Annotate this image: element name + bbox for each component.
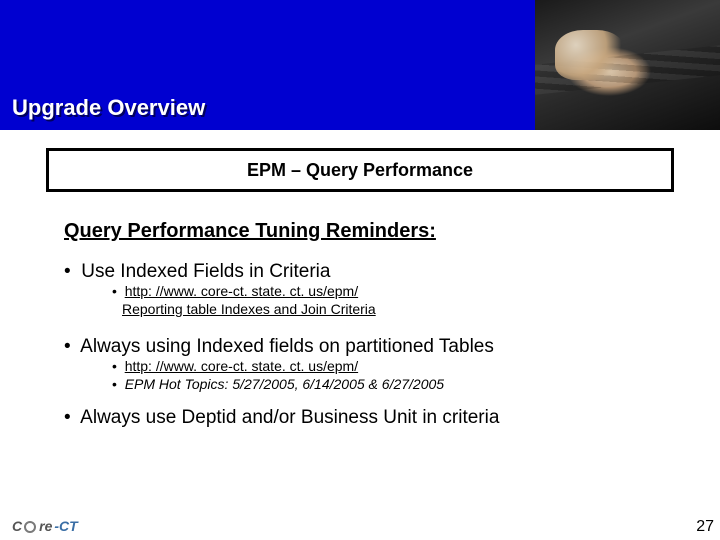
sub-bullet-item: http: //www. core-ct. state. ct. us/epm/… — [112, 283, 674, 318]
footer-logo-suffix: -CT — [54, 518, 77, 534]
footer-logo-mid: re — [39, 518, 52, 534]
header-photo — [535, 0, 720, 130]
footer-logo-ring-icon — [24, 521, 36, 533]
sub-bullet-item: http: //www. core-ct. state. ct. us/epm/ — [112, 358, 674, 376]
footer-logo-prefix: C — [12, 518, 22, 534]
content-panel: Query Performance Tuning Reminders: Use … — [46, 194, 674, 500]
content-subheading: Query Performance Tuning Reminders: — [64, 220, 656, 243]
bullet-item: Use Indexed Fields in Criteria http: //w… — [64, 261, 674, 318]
sub-bullet-continuation: Reporting table Indexes and Join Criteri… — [122, 301, 674, 319]
bullet-item: Always using Indexed fields on partition… — [64, 336, 674, 393]
sub-bullet-list: http: //www. core-ct. state. ct. us/epm/… — [112, 358, 674, 393]
sub-bullet-item: EPM Hot Topics: 5/27/2005, 6/14/2005 & 6… — [112, 376, 674, 394]
page-number: 27 — [696, 518, 714, 536]
section-bar: EPM – Query Performance — [46, 148, 674, 192]
section-bar-label: EPM – Query Performance — [247, 160, 473, 181]
footer-logo: Cre-CT — [12, 518, 78, 534]
sub-bullet-list: http: //www. core-ct. state. ct. us/epm/… — [112, 283, 674, 318]
sub-bullet-text: EPM Hot Topics: 5/27/2005, 6/14/2005 & 6… — [125, 376, 444, 392]
sub-bullet-link[interactable]: http: //www. core-ct. state. ct. us/epm/ — [125, 358, 358, 374]
bullet-list: Use Indexed Fields in Criteria http: //w… — [64, 261, 674, 429]
bullet-text: Always use Deptid and/or Business Unit i… — [80, 407, 499, 428]
slide-title: Upgrade Overview — [12, 95, 205, 121]
bullet-item: Always use Deptid and/or Business Unit i… — [64, 407, 674, 429]
bullet-text: Use Indexed Fields in Criteria — [81, 261, 330, 282]
sub-bullet-link[interactable]: http: //www. core-ct. state. ct. us/epm/ — [125, 283, 358, 299]
bullet-text: Always using Indexed fields on partition… — [80, 336, 494, 357]
